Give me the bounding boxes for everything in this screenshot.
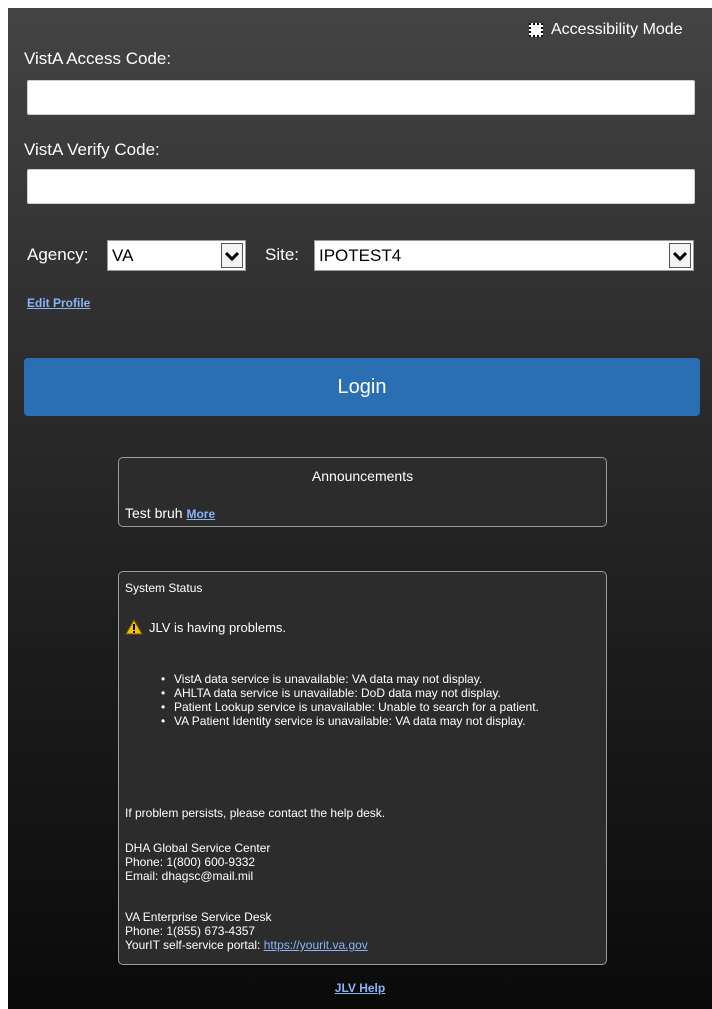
persist-text: If problem persists, please contact the … xyxy=(125,806,386,820)
edit-profile-link[interactable]: Edit Profile xyxy=(27,296,90,310)
site-label: Site: xyxy=(265,245,300,264)
system-status-panel: System Status JLV is having problems. Vi… xyxy=(118,571,607,965)
system-warning: JLV is having problems. xyxy=(125,619,286,635)
chevron-down-icon xyxy=(225,251,239,261)
va-portal-link[interactable]: https://yourit.va.gov xyxy=(264,938,368,952)
system-warning-text: JLV is having problems. xyxy=(149,619,287,635)
site-selected-value: IPOTEST4 xyxy=(319,246,402,265)
announcement-row: Test bruh More xyxy=(125,505,215,521)
va-contact-block: VA Enterprise Service Desk Phone: 1(855)… xyxy=(125,910,368,952)
dha-name: DHA Global Service Center xyxy=(125,841,271,855)
login-button[interactable]: Login xyxy=(24,358,700,416)
system-status-title: System Status xyxy=(125,581,203,595)
announcement-more-link[interactable]: More xyxy=(186,507,215,521)
dha-contact-block: DHA Global Service Center Phone: 1(800) … xyxy=(125,841,270,883)
agency-selected-value: VA xyxy=(112,246,134,265)
status-issue-list: VistA data service is unavailable: VA da… xyxy=(119,672,599,728)
jlv-help-link[interactable]: JLV Help xyxy=(8,981,712,995)
access-code-label: VistA Access Code: xyxy=(24,49,172,68)
agency-select[interactable]: VA xyxy=(107,240,246,271)
warning-icon xyxy=(125,619,143,635)
announcements-title: Announcements xyxy=(311,468,414,484)
announcement-text: Test bruh xyxy=(125,505,183,521)
status-issue-item: VA Patient Identity service is unavailab… xyxy=(119,714,599,728)
va-portal-row: YourIT self-service portal: https://your… xyxy=(125,938,368,952)
login-page: Accessibility Mode VistA Access Code: Vi… xyxy=(8,8,712,1009)
va-name: VA Enterprise Service Desk xyxy=(125,910,272,924)
status-issue-item: AHLTA data service is unavailable: DoD d… xyxy=(119,686,599,700)
agency-label: Agency: xyxy=(27,245,89,264)
accessibility-mode-toggle[interactable]: Accessibility Mode xyxy=(529,20,683,40)
verify-code-label: VistA Verify Code: xyxy=(24,140,160,159)
site-select[interactable]: IPOTEST4 xyxy=(314,240,694,271)
status-issue-item: VistA data service is unavailable: VA da… xyxy=(119,672,599,686)
chevron-down-icon xyxy=(673,251,687,261)
va-phone: Phone: 1(855) 673-4357 xyxy=(125,924,256,938)
dha-email: Email: dhagsc@mail.mil xyxy=(125,869,254,883)
announcements-panel: Announcements Test bruh More xyxy=(118,457,607,527)
verify-code-input[interactable] xyxy=(27,169,695,204)
site-dropdown-arrow[interactable] xyxy=(669,243,691,268)
dha-phone: Phone: 1(800) 600-9332 xyxy=(125,855,256,869)
access-code-input[interactable] xyxy=(27,80,695,115)
accessibility-checkbox[interactable] xyxy=(529,23,543,37)
status-issue-item: Patient Lookup service is unavailable: U… xyxy=(119,700,599,714)
accessibility-label: Accessibility Mode xyxy=(551,21,683,38)
agency-dropdown-arrow[interactable] xyxy=(221,243,243,268)
va-portal-prefix: YourIT self-service portal: xyxy=(125,938,261,952)
